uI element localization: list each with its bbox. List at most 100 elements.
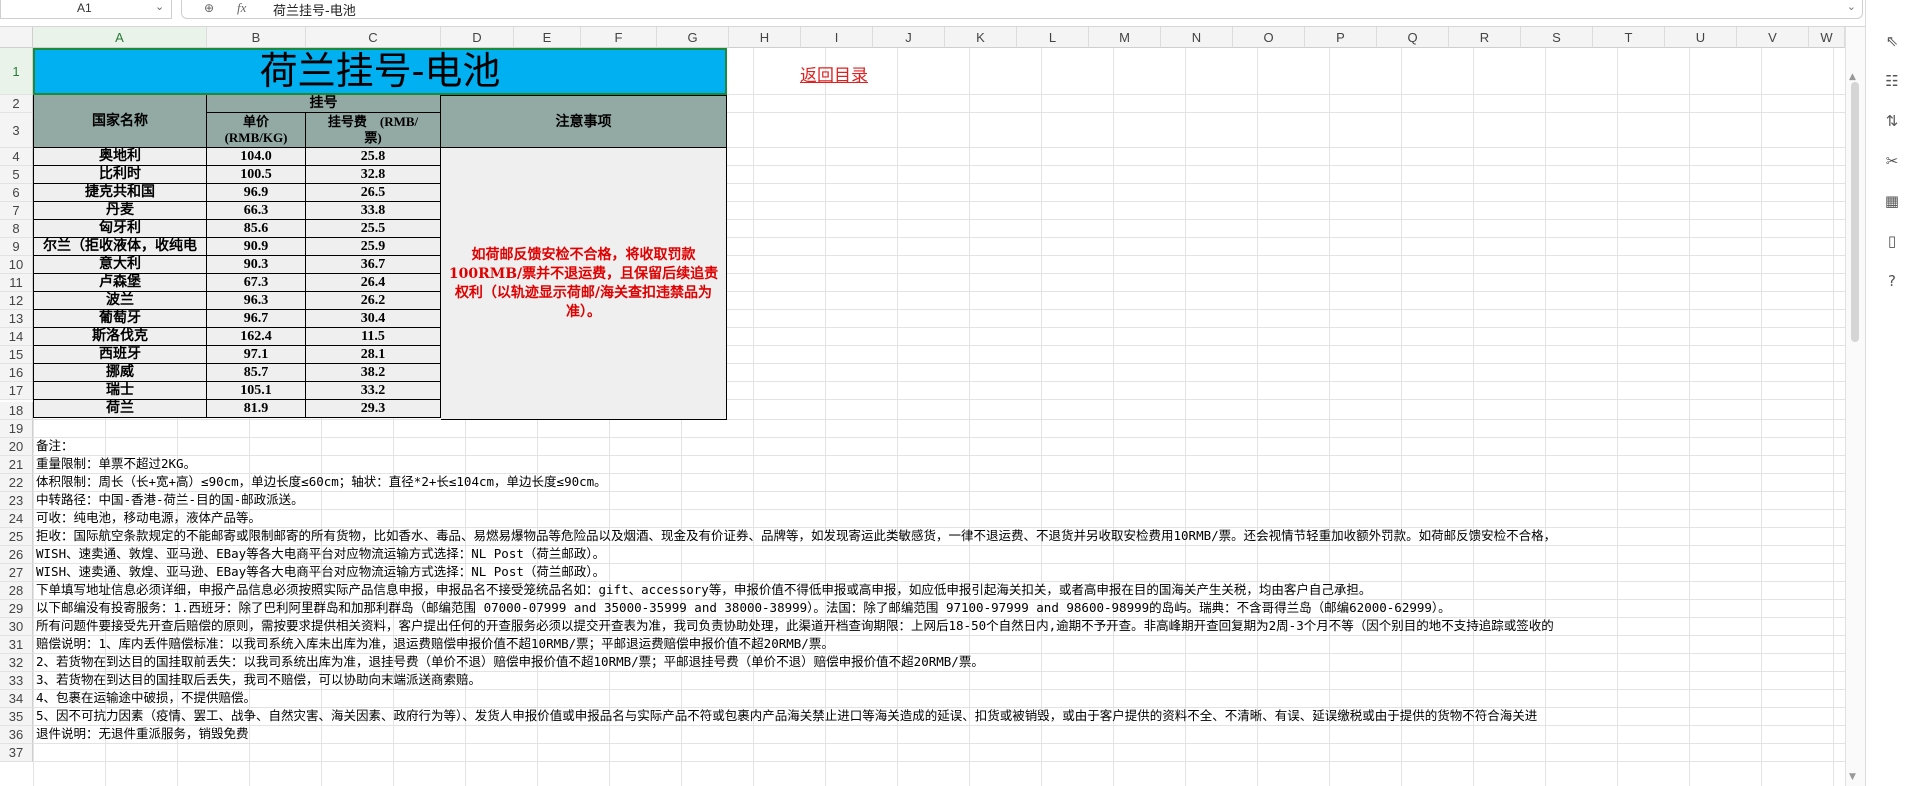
row-header-5[interactable]: 5 bbox=[0, 166, 33, 184]
sheet-title[interactable]: 荷兰挂号-电池 bbox=[33, 48, 727, 95]
chevron-down-icon[interactable]: ⌄ bbox=[155, 0, 164, 13]
column-header-K[interactable]: K bbox=[945, 27, 1017, 48]
expand-formula-icon[interactable]: ⌄ bbox=[1847, 0, 1856, 13]
row-header-2[interactable]: 2 bbox=[0, 95, 33, 113]
country-cell[interactable]: 意大利 bbox=[33, 256, 207, 274]
registration-fee-cell[interactable]: 33.8 bbox=[306, 202, 441, 220]
registration-fee-cell[interactable]: 29.3 bbox=[306, 400, 441, 418]
unit-price-cell[interactable]: 85.7 bbox=[207, 364, 306, 382]
country-cell[interactable]: 匈牙利 bbox=[33, 220, 207, 238]
unit-price-cell[interactable]: 66.3 bbox=[207, 202, 306, 220]
remark-line[interactable]: 退件说明：无退件重派服务，销毁免费 bbox=[36, 725, 249, 743]
book-icon[interactable]: ▯ bbox=[1881, 230, 1903, 252]
row-header-16[interactable]: 16 bbox=[0, 364, 33, 382]
registration-fee-cell[interactable]: 26.5 bbox=[306, 184, 441, 202]
unit-price-cell[interactable]: 162.4 bbox=[207, 328, 306, 346]
country-cell[interactable]: 捷克共和国 bbox=[33, 184, 207, 202]
registration-fee-cell[interactable]: 33.2 bbox=[306, 382, 441, 400]
fx-label[interactable]: fx bbox=[237, 0, 246, 16]
column-header-V[interactable]: V bbox=[1737, 27, 1809, 48]
country-cell[interactable]: 荷兰 bbox=[33, 400, 207, 418]
remark-line[interactable]: 5、因不可抗力因素（疫情、罢工、战争、自然灾害、海关因素、政府行为等）、发货人申… bbox=[36, 707, 1537, 725]
unit-price-cell[interactable]: 67.3 bbox=[207, 274, 306, 292]
row-header-14[interactable]: 14 bbox=[0, 328, 33, 346]
row-header-19[interactable]: 19 bbox=[0, 420, 33, 438]
registration-fee-cell[interactable]: 26.2 bbox=[306, 292, 441, 310]
sort-icon[interactable]: ⇅ bbox=[1881, 110, 1903, 132]
row-header-36[interactable]: 36 bbox=[0, 726, 33, 744]
registration-fee-cell[interactable]: 25.8 bbox=[306, 148, 441, 166]
unit-price-cell[interactable]: 96.3 bbox=[207, 292, 306, 310]
remark-line[interactable]: 下单填写地址信息必须详细，申报产品信息必须按照实际产品信息申报，申报品名不接受笼… bbox=[36, 581, 1371, 599]
row-header-28[interactable]: 28 bbox=[0, 582, 33, 600]
country-cell[interactable]: 葡萄牙 bbox=[33, 310, 207, 328]
remark-line[interactable]: 4、包裹在运输途中破损，不提供赔偿。 bbox=[36, 689, 256, 707]
remark-line[interactable]: WISH、速卖通、敦煌、亚马逊、EBay等各大电商平台对应物流运输方式选择：NL… bbox=[36, 545, 605, 563]
country-cell[interactable]: 波兰 bbox=[33, 292, 207, 310]
row-header-32[interactable]: 32 bbox=[0, 654, 33, 672]
select-icon[interactable]: ⇖ bbox=[1881, 30, 1903, 52]
row-header-15[interactable]: 15 bbox=[0, 346, 33, 364]
remark-line[interactable]: 3、若货物在到达目的国挂取后丢失，我司不赔偿，可以协助向末端派送商索赔。 bbox=[36, 671, 481, 689]
unit-price-cell[interactable]: 97.1 bbox=[207, 346, 306, 364]
row-header-20[interactable]: 20 bbox=[0, 438, 33, 456]
unit-price-cell[interactable]: 81.9 bbox=[207, 400, 306, 418]
row-header-8[interactable]: 8 bbox=[0, 220, 33, 238]
remark-line[interactable]: 体积限制：周长（长+宽+高）≤90cm，单边长度≤60cm；轴状：直径*2+长≤… bbox=[36, 473, 607, 491]
row-header-9[interactable]: 9 bbox=[0, 238, 33, 256]
remark-line[interactable]: 拒收：国际航空条款规定的不能邮寄或限制邮寄的所有货物，比如香水、毒品、易燃易爆物… bbox=[36, 527, 1556, 545]
registration-fee-cell[interactable]: 32.8 bbox=[306, 166, 441, 184]
row-header-10[interactable]: 10 bbox=[0, 256, 33, 274]
scrollbar-thumb[interactable] bbox=[1851, 82, 1859, 342]
row-header-3[interactable]: 3 bbox=[0, 113, 33, 148]
remark-line[interactable]: 赔偿说明：1、库内丢件赔偿标准：以我司系统入库未出库为准，退运费赔偿申报价值不超… bbox=[36, 635, 834, 653]
row-header-26[interactable]: 26 bbox=[0, 546, 33, 564]
zoom-icon[interactable]: ⊕ bbox=[204, 1, 214, 15]
registration-fee-cell[interactable]: 11.5 bbox=[306, 328, 441, 346]
country-cell[interactable]: 瑞士 bbox=[33, 382, 207, 400]
unit-price-cell[interactable]: 105.1 bbox=[207, 382, 306, 400]
remark-line[interactable]: 重量限制：单票不超过2KG。 bbox=[36, 455, 196, 473]
registration-fee-cell[interactable]: 38.2 bbox=[306, 364, 441, 382]
column-header-A[interactable]: A bbox=[33, 27, 207, 48]
unit-price-cell[interactable]: 104.0 bbox=[207, 148, 306, 166]
unit-price-cell[interactable]: 96.9 bbox=[207, 184, 306, 202]
registration-fee-cell[interactable]: 30.4 bbox=[306, 310, 441, 328]
vertical-scrollbar[interactable]: ▲ ▼ bbox=[1845, 27, 1866, 786]
unit-price-cell[interactable]: 90.3 bbox=[207, 256, 306, 274]
column-header-S[interactable]: S bbox=[1521, 27, 1593, 48]
country-cell[interactable]: 挪威 bbox=[33, 364, 207, 382]
row-header-35[interactable]: 35 bbox=[0, 708, 33, 726]
chart-icon[interactable]: ▦ bbox=[1881, 190, 1903, 212]
unit-price-cell[interactable]: 100.5 bbox=[207, 166, 306, 184]
country-cell[interactable]: 卢森堡 bbox=[33, 274, 207, 292]
column-header-Q[interactable]: Q bbox=[1377, 27, 1449, 48]
column-header-O[interactable]: O bbox=[1233, 27, 1305, 48]
column-header-T[interactable]: T bbox=[1593, 27, 1665, 48]
remark-line[interactable]: 中转路径：中国-香港-荷兰-目的国-邮政派送。 bbox=[36, 491, 304, 509]
row-header-27[interactable]: 27 bbox=[0, 564, 33, 582]
name-box[interactable]: A1 ⌄ bbox=[0, 0, 172, 19]
row-header-7[interactable]: 7 bbox=[0, 202, 33, 220]
column-header-B[interactable]: B bbox=[207, 27, 306, 48]
country-cell[interactable]: 尔兰（拒收液体，收纯电 bbox=[33, 238, 207, 256]
country-cell[interactable]: 西班牙 bbox=[33, 346, 207, 364]
registration-fee-cell[interactable]: 26.4 bbox=[306, 274, 441, 292]
row-header-34[interactable]: 34 bbox=[0, 690, 33, 708]
row-header-25[interactable]: 25 bbox=[0, 528, 33, 546]
remark-line[interactable]: 所有问题件要接受先开查后赔偿的原则，需按要求提供相关资料，客户提出任何的开查服务… bbox=[36, 617, 1554, 635]
column-header-E[interactable]: E bbox=[514, 27, 581, 48]
select-all-corner[interactable] bbox=[0, 27, 33, 48]
column-header-P[interactable]: P bbox=[1305, 27, 1377, 48]
formula-bar[interactable]: ⊕ fx 荷兰挂号-电池 ⌄ bbox=[181, 0, 1863, 19]
row-header-11[interactable]: 11 bbox=[0, 274, 33, 292]
country-cell[interactable]: 斯洛伐克 bbox=[33, 328, 207, 346]
column-header-F[interactable]: F bbox=[581, 27, 657, 48]
help-icon[interactable]: ? bbox=[1881, 270, 1903, 292]
filter-settings-icon[interactable]: ☷ bbox=[1881, 70, 1903, 92]
column-header-N[interactable]: N bbox=[1161, 27, 1233, 48]
row-header-12[interactable]: 12 bbox=[0, 292, 33, 310]
remark-line[interactable]: 2、若货物在到达目的国挂取前丢失：以我司系统出库为准，退挂号费（单价不退）赔偿申… bbox=[36, 653, 984, 671]
column-header-H[interactable]: H bbox=[729, 27, 801, 48]
unit-price-cell[interactable]: 85.6 bbox=[207, 220, 306, 238]
